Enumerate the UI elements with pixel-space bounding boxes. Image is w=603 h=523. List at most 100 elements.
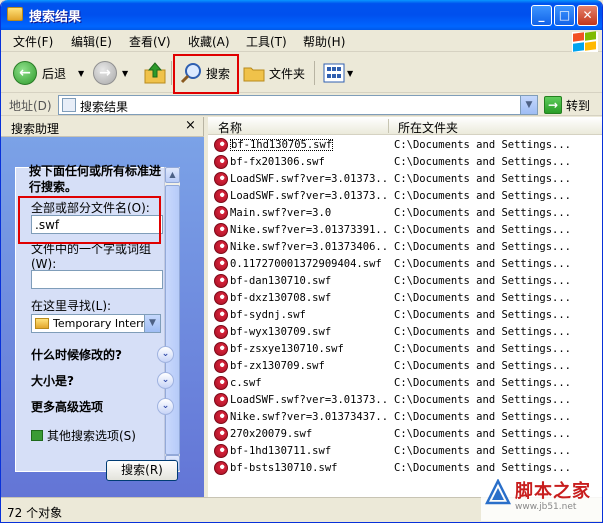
file-name: Nike.swf?ver=3.01373391... xyxy=(230,224,388,236)
file-row[interactable]: c.swf C:\Documents and Settings... xyxy=(208,375,602,392)
watermark: 脚本之家 www.jb51.net xyxy=(481,475,602,521)
file-row[interactable]: bf-zx130709.swf C:\Documents and Settings… xyxy=(208,358,602,375)
swf-file-icon xyxy=(214,308,228,322)
file-row[interactable]: Nike.swf?ver=3.01373391... C:\Documents a… xyxy=(208,222,602,239)
phrase-input[interactable] xyxy=(31,270,163,289)
file-folder: C:\Documents and Settings... xyxy=(394,377,572,389)
folders-icon xyxy=(243,67,265,82)
minimize-button[interactable]: _ xyxy=(531,5,552,26)
file-name: bf-dxz130708.swf xyxy=(230,292,332,304)
file-row[interactable]: bf-1hd130711.swf C:\Documents and Setting… xyxy=(208,443,602,460)
forward-button[interactable]: → ▼ xyxy=(93,57,128,89)
close-button[interactable]: ✕ xyxy=(577,5,598,26)
swf-file-icon xyxy=(214,325,228,339)
file-name: LoadSWF.swf?ver=3.01373... xyxy=(230,173,388,185)
folders-label: 文件夹 xyxy=(269,66,306,81)
lookin-dropdown-icon[interactable]: ▼ xyxy=(144,315,160,332)
swf-file-icon xyxy=(214,393,228,407)
file-name: bf-dan130710.swf xyxy=(230,275,332,287)
file-row[interactable]: bf-fx201306.swf C:\Documents and Settings… xyxy=(208,154,602,171)
file-row[interactable]: LoadSWF.swf?ver=3.01373... C:\Documents a… xyxy=(208,188,602,205)
windows-logo-icon xyxy=(572,31,598,52)
file-folder: C:\Documents and Settings... xyxy=(394,241,572,253)
views-dropdown-icon[interactable]: ▼ xyxy=(347,69,353,78)
folders-button[interactable]: 文件夹 xyxy=(243,57,305,89)
phrase-label: 文件中的一个字或词组(W): xyxy=(31,242,152,271)
back-dropdown-icon[interactable]: ▼ xyxy=(78,69,84,78)
file-row[interactable]: Nike.swf?ver=3.01373437... C:\Documents a… xyxy=(208,409,602,426)
go-label: 转到 xyxy=(566,98,591,113)
column-folder-header[interactable]: 所在文件夹 xyxy=(398,119,458,136)
swf-file-icon xyxy=(214,172,228,186)
menu-view[interactable]: 查看(V) xyxy=(129,33,171,50)
back-label: 后退 xyxy=(42,66,67,81)
file-row[interactable]: bf-1hd130705.swf C:\Documents and Setting… xyxy=(208,137,602,154)
search-results-folder-icon xyxy=(7,7,23,21)
address-value: 搜索结果 xyxy=(80,100,129,114)
file-list: bf-1hd130705.swf C:\Documents and Setting… xyxy=(208,137,602,477)
file-row[interactable]: LoadSWF.swf?ver=3.01373... C:\Documents a… xyxy=(208,171,602,188)
file-name: Main.swf?ver=3.0 xyxy=(230,207,332,219)
menu-help[interactable]: 帮助(H) xyxy=(303,33,345,50)
file-folder: C:\Documents and Settings... xyxy=(394,411,572,423)
chevron-down-icon[interactable]: ⌄ xyxy=(157,398,174,415)
file-row[interactable]: Nike.swf?ver=3.01373406... C:\Documents a… xyxy=(208,239,602,256)
go-arrow-icon: → xyxy=(544,96,562,114)
maximize-button[interactable]: □ xyxy=(554,5,575,26)
file-row[interactable]: 270x20079.swf C:\Documents and Settings..… xyxy=(208,426,602,443)
lookin-select[interactable]: Temporary Interne ▼ xyxy=(31,314,161,333)
swf-file-icon xyxy=(214,461,228,475)
file-row[interactable]: Main.swf?ver=3.0 C:\Documents and Setting… xyxy=(208,205,602,222)
menu-file[interactable]: 文件(F) xyxy=(13,33,53,50)
folder-icon xyxy=(35,318,49,329)
file-name: LoadSWF.swf?ver=3.01373... xyxy=(230,190,388,202)
pane-scrollbar[interactable]: ▲ ▼ xyxy=(164,167,180,472)
option-when-modified[interactable]: 什么时候修改的? ⌄ xyxy=(31,346,174,366)
option-advanced[interactable]: 更多高级选项 ⌄ xyxy=(31,398,174,418)
file-folder: C:\Documents and Settings... xyxy=(394,156,572,168)
up-folder-button[interactable] xyxy=(143,57,167,89)
file-row[interactable]: 0.117270001372909404.swf C:\Documents and… xyxy=(208,256,602,273)
file-row[interactable]: bf-dan130710.swf C:\Documents and Setting… xyxy=(208,273,602,290)
go-button[interactable]: → 转到 xyxy=(544,96,590,114)
file-row[interactable]: bf-sydnj.swf C:\Documents and Settings... xyxy=(208,307,602,324)
lookin-label: 在这里寻找(L): xyxy=(31,299,112,313)
column-name-header[interactable]: 名称 xyxy=(218,119,242,136)
explorer-window: 搜索结果 _ □ ✕ 文件(F) 编辑(E) 查看(V) 收藏(A) 工具(T)… xyxy=(0,0,603,523)
views-button[interactable]: ▼ xyxy=(323,57,353,89)
search-submit-button[interactable]: 搜索(R) xyxy=(106,460,178,481)
chevron-down-icon[interactable]: ⌄ xyxy=(157,346,174,363)
address-label: 地址(D) xyxy=(9,99,52,113)
search-results-icon xyxy=(62,98,76,112)
menu-edit[interactable]: 编辑(E) xyxy=(71,33,112,50)
file-row[interactable]: LoadSWF.swf?ver=3.01373... C:\Documents a… xyxy=(208,392,602,409)
chevron-down-icon[interactable]: ⌄ xyxy=(157,372,174,389)
other-search-options-link[interactable]: 其他搜索选项(S) xyxy=(31,427,136,442)
search-question: 按下面任何或所有标准进行搜索。 xyxy=(29,164,162,194)
file-name: 270x20079.swf xyxy=(230,428,313,440)
menu-tools[interactable]: 工具(T) xyxy=(246,33,287,50)
column-divider[interactable] xyxy=(388,119,389,133)
scroll-up-icon[interactable]: ▲ xyxy=(165,167,180,183)
file-folder: C:\Documents and Settings... xyxy=(394,309,572,321)
swf-file-icon xyxy=(214,376,228,390)
address-input[interactable]: 搜索结果 ▼ xyxy=(58,95,538,115)
option-size[interactable]: 大小是? ⌄ xyxy=(31,372,174,392)
pane-close-icon[interactable]: × xyxy=(185,118,196,133)
file-name: Nike.swf?ver=3.01373406... xyxy=(230,241,388,253)
swf-file-icon xyxy=(214,274,228,288)
file-row[interactable]: bf-dxz130708.swf C:\Documents and Setting… xyxy=(208,290,602,307)
menu-favorites[interactable]: 收藏(A) xyxy=(188,33,230,50)
file-row[interactable]: bf-zsxye130710.swf C:\Documents and Setti… xyxy=(208,341,602,358)
address-dropdown-icon[interactable]: ▼ xyxy=(520,96,537,114)
swf-file-icon xyxy=(214,342,228,356)
search-companion-pane: 搜索助理 × ▲ ▼ 按下面任何或所有标准进行搜索。 全部或部分文件名(O): … xyxy=(1,117,204,497)
swf-file-icon xyxy=(214,138,228,152)
file-name: c.swf xyxy=(230,377,262,389)
title-bar[interactable]: 搜索结果 _ □ ✕ xyxy=(1,0,602,30)
back-button[interactable]: ← 后退 ▼ xyxy=(13,57,84,89)
swf-file-icon xyxy=(214,257,228,271)
file-row[interactable]: bf-wyx130709.swf C:\Documents and Setting… xyxy=(208,324,602,341)
forward-dropdown-icon[interactable]: ▼ xyxy=(122,69,128,78)
file-name: bf-wyx130709.swf xyxy=(230,326,332,338)
